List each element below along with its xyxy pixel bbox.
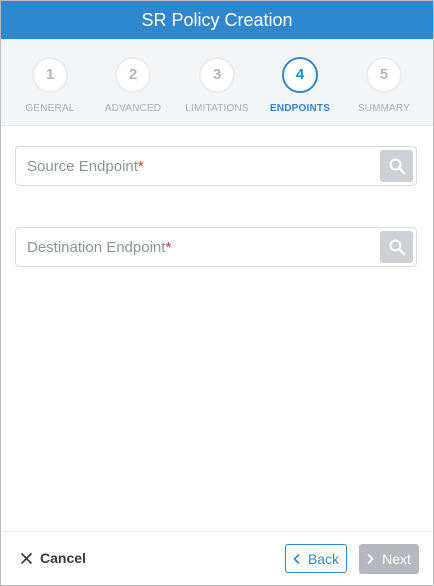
chevron-left-icon [293,553,300,564]
step-label: SUMMARY [357,103,411,114]
required-marker: * [137,158,144,175]
step-advanced[interactable]: 2 ADVANCED [90,57,176,114]
sr-policy-creation-dialog: SR Policy Creation 1 GENERAL 2 ADVANCED … [0,0,434,586]
required-marker: * [165,239,172,256]
step-endpoints[interactable]: 4 ENDPOINTS [257,57,343,114]
source-endpoint-field[interactable]: Source Endpoint* [15,146,417,186]
cancel-button[interactable]: Cancel [21,550,86,566]
search-icon [389,239,405,256]
dialog-title: SR Policy Creation [141,9,293,30]
step-label: ADVANCED [104,103,162,114]
step-label-active: ENDPOINTS [269,103,331,114]
chevron-right-icon [367,554,374,564]
next-button[interactable]: Next [359,544,419,574]
back-button[interactable]: Back [285,544,347,573]
step-limitations[interactable]: 3 LIMITATIONS [174,57,260,114]
back-label: Back [307,550,340,567]
step-number: 3 [199,57,235,93]
step-number: 2 [115,57,151,93]
step-number-active: 4 [282,57,318,93]
step-label: GENERAL [25,103,75,114]
step-summary[interactable]: 5 SUMMARY [341,57,427,114]
cancel-label: Cancel [40,550,86,566]
destination-endpoint-field[interactable]: Destination Endpoint* [15,227,417,267]
dialog-header: SR Policy Creation [1,1,433,39]
dialog-footer: Cancel Back Next [1,531,433,585]
source-endpoint-search-button[interactable] [380,150,413,182]
step-number: 5 [366,57,402,93]
next-label: Next [382,551,411,567]
wizard-stepper: 1 GENERAL 2 ADVANCED 3 LIMITATIONS 4 END… [1,39,433,126]
close-icon [21,552,32,564]
source-endpoint-label: Source Endpoint* [27,158,144,175]
step-label: LIMITATIONS [185,103,249,114]
step-number: 1 [32,57,68,93]
step-general[interactable]: 1 GENERAL [7,57,93,114]
destination-endpoint-search-button[interactable] [380,231,413,263]
search-icon [389,158,405,175]
destination-endpoint-label: Destination Endpoint* [27,239,172,256]
